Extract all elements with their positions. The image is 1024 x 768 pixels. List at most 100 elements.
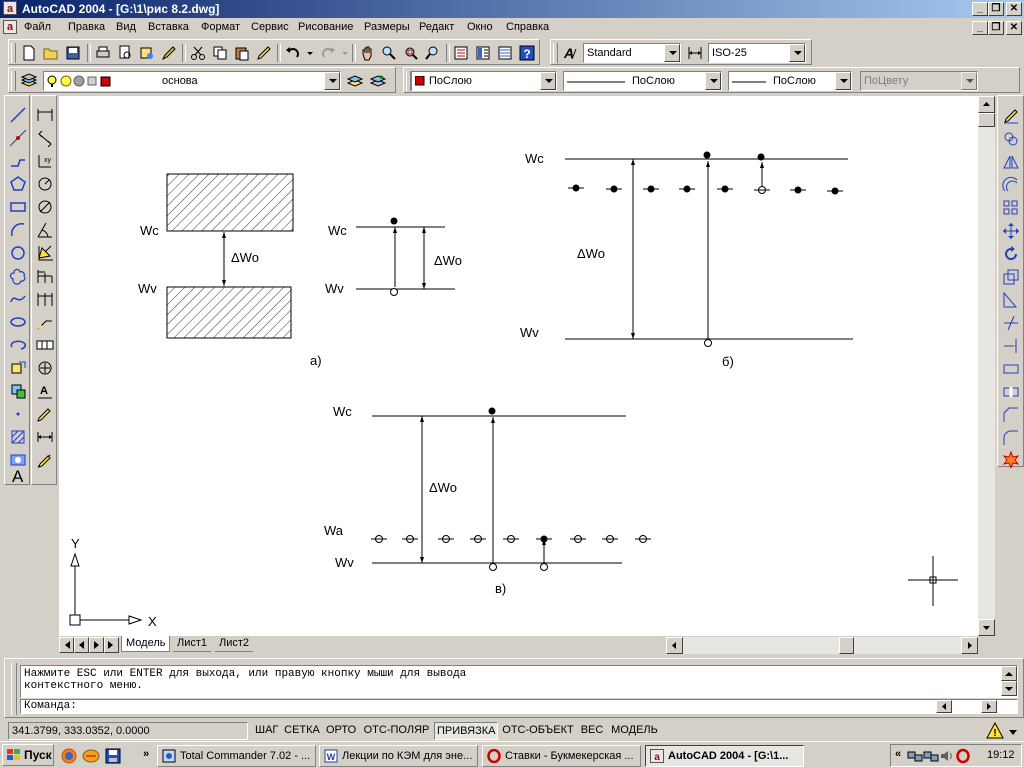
text-style-dropdown[interactable]: Standard bbox=[583, 43, 681, 63]
ordinate-dimension-icon[interactable]: xy bbox=[34, 150, 56, 172]
layer-previous-icon[interactable] bbox=[367, 70, 389, 92]
dimension-style-icon[interactable] bbox=[34, 449, 56, 471]
fillet-icon[interactable] bbox=[1000, 427, 1022, 449]
color-dropdown[interactable]: ПоСлою bbox=[411, 71, 557, 91]
dimension-text-edit-icon[interactable] bbox=[34, 403, 56, 425]
scroll-down-button[interactable] bbox=[978, 619, 995, 636]
insert-block-icon[interactable] bbox=[7, 357, 29, 379]
aligned-dimension-icon[interactable] bbox=[34, 127, 56, 149]
angular-dimension-icon[interactable] bbox=[34, 219, 56, 241]
tab-next-button[interactable] bbox=[89, 637, 104, 653]
osnap-toggle[interactable]: ПРИВЯЗКА bbox=[434, 722, 498, 740]
dimension-update-icon[interactable] bbox=[34, 426, 56, 448]
scale-icon[interactable] bbox=[1000, 266, 1022, 288]
design-center-icon[interactable] bbox=[472, 42, 494, 64]
task-total-commander[interactable]: Total Commander 7.02 - ... bbox=[157, 745, 316, 767]
toolbar-grip[interactable] bbox=[11, 43, 16, 63]
menu-edit[interactable]: Правка bbox=[68, 21, 105, 33]
menu-help[interactable]: Справка bbox=[506, 21, 549, 33]
task-autocad[interactable]: a AutoCAD 2004 - [G:\1... bbox=[645, 745, 804, 767]
lineweight-dropdown[interactable]: ПоСлою bbox=[728, 71, 852, 91]
coordinates-display[interactable]: 341.3799, 333.0352, 0.0000 bbox=[8, 722, 248, 740]
undo-icon[interactable] bbox=[282, 42, 304, 64]
ellipse-arc-icon[interactable] bbox=[7, 334, 29, 356]
linear-dimension-icon[interactable] bbox=[34, 104, 56, 126]
redo-icon[interactable] bbox=[317, 42, 339, 64]
circle-icon[interactable] bbox=[7, 242, 29, 264]
help-icon[interactable]: ? bbox=[516, 42, 538, 64]
linetype-dropdown[interactable]: ПоСлою bbox=[563, 71, 722, 91]
menu-tools[interactable]: Сервис bbox=[251, 21, 289, 33]
menu-view[interactable]: Вид bbox=[116, 21, 136, 33]
cmd-scroll-up[interactable] bbox=[1001, 666, 1017, 681]
continue-dimension-icon[interactable] bbox=[34, 288, 56, 310]
move-icon[interactable] bbox=[1000, 220, 1022, 242]
layer-manager-icon[interactable] bbox=[18, 70, 40, 92]
command-grip[interactable] bbox=[11, 663, 17, 715]
doc-minimize-button[interactable]: _ bbox=[972, 21, 988, 35]
array-icon[interactable] bbox=[1000, 197, 1022, 219]
hatch-icon[interactable] bbox=[7, 426, 29, 448]
ortho-toggle[interactable]: ОРТО bbox=[324, 722, 358, 740]
firefox-quicklaunch-icon[interactable] bbox=[60, 747, 78, 765]
save-icon[interactable] bbox=[62, 42, 84, 64]
doc-close-button[interactable]: ✕ bbox=[1006, 21, 1022, 35]
menu-draw[interactable]: Рисование bbox=[298, 21, 353, 33]
copy-object-icon[interactable] bbox=[1000, 128, 1022, 150]
menu-window[interactable]: Окно bbox=[467, 21, 493, 33]
network-icon-2[interactable] bbox=[923, 748, 939, 764]
tool-palettes-icon[interactable] bbox=[494, 42, 516, 64]
open-file-icon[interactable] bbox=[40, 42, 62, 64]
quicklaunch-more[interactable]: » bbox=[143, 748, 149, 760]
scroll-thumb[interactable] bbox=[978, 113, 995, 127]
tab-layout2[interactable]: Лист2 bbox=[215, 636, 254, 652]
quick-leader-icon[interactable] bbox=[34, 311, 56, 333]
extend-icon[interactable] bbox=[1000, 335, 1022, 357]
stretch-icon[interactable] bbox=[1000, 289, 1022, 311]
status-tray-menu-icon[interactable] bbox=[1008, 727, 1018, 737]
menu-insert[interactable]: Вставка bbox=[148, 21, 189, 33]
scroll-right-button[interactable] bbox=[961, 637, 978, 654]
revision-cloud-icon[interactable] bbox=[7, 265, 29, 287]
vertical-scrollbar[interactable] bbox=[978, 96, 995, 636]
tab-last-button[interactable] bbox=[104, 637, 119, 653]
line-icon[interactable] bbox=[7, 104, 29, 126]
arc-icon[interactable] bbox=[7, 219, 29, 241]
dim-style-dropdown[interactable]: ISO-25 bbox=[708, 43, 806, 63]
title-bar[interactable]: a AutoCAD 2004 - [G:\1\рис 8.2.dwg] _ ❐ … bbox=[0, 0, 1024, 18]
polyline-icon[interactable] bbox=[7, 150, 29, 172]
match-properties-icon[interactable] bbox=[253, 42, 275, 64]
zoom-realtime-icon[interactable] bbox=[378, 42, 400, 64]
lineweight-toggle[interactable]: ВЕС bbox=[578, 722, 606, 740]
copy-icon[interactable] bbox=[209, 42, 231, 64]
menu-dimension[interactable]: Размеры bbox=[364, 21, 410, 33]
properties-icon[interactable] bbox=[450, 42, 472, 64]
task-word-lectures[interactable]: W Лекции по КЭМ для эне... bbox=[319, 745, 478, 767]
baseline-dimension-icon[interactable] bbox=[34, 265, 56, 287]
dimension-edit-icon[interactable]: A bbox=[34, 380, 56, 402]
center-mark-icon[interactable] bbox=[34, 357, 56, 379]
snap-toggle[interactable]: ШАГ bbox=[253, 722, 280, 740]
cut-icon[interactable] bbox=[187, 42, 209, 64]
print-icon[interactable] bbox=[92, 42, 114, 64]
offset-icon[interactable] bbox=[1000, 174, 1022, 196]
explode-icon[interactable] bbox=[1000, 448, 1022, 470]
cmd-scroll-down[interactable] bbox=[1001, 681, 1017, 696]
new-file-icon[interactable] bbox=[18, 42, 40, 64]
otrack-toggle[interactable]: ОТС-ОБЪЕКТ bbox=[500, 722, 576, 740]
radius-dimension-icon[interactable] bbox=[34, 173, 56, 195]
polar-toggle[interactable]: ОТС-ПОЛЯР bbox=[361, 722, 432, 740]
chamfer-icon[interactable] bbox=[1000, 404, 1022, 426]
tab-model[interactable]: Модель bbox=[121, 636, 171, 652]
break-at-point-icon[interactable] bbox=[1000, 358, 1022, 380]
pan-realtime-icon[interactable] bbox=[356, 42, 378, 64]
opera-tray-icon[interactable] bbox=[955, 748, 971, 764]
comm-center-warning-icon[interactable]: ! bbox=[986, 721, 1006, 740]
multiline-text-icon[interactable]: A bbox=[7, 464, 29, 486]
toolbar-grip[interactable] bbox=[553, 43, 558, 63]
print-preview-icon[interactable] bbox=[114, 42, 136, 64]
erase-icon[interactable] bbox=[1000, 105, 1022, 127]
match-props-pencil-icon[interactable] bbox=[158, 42, 180, 64]
task-opera-browser[interactable]: Ставки - Букмекерская ... bbox=[482, 745, 641, 767]
layer-dropdown[interactable]: основа bbox=[43, 71, 341, 91]
